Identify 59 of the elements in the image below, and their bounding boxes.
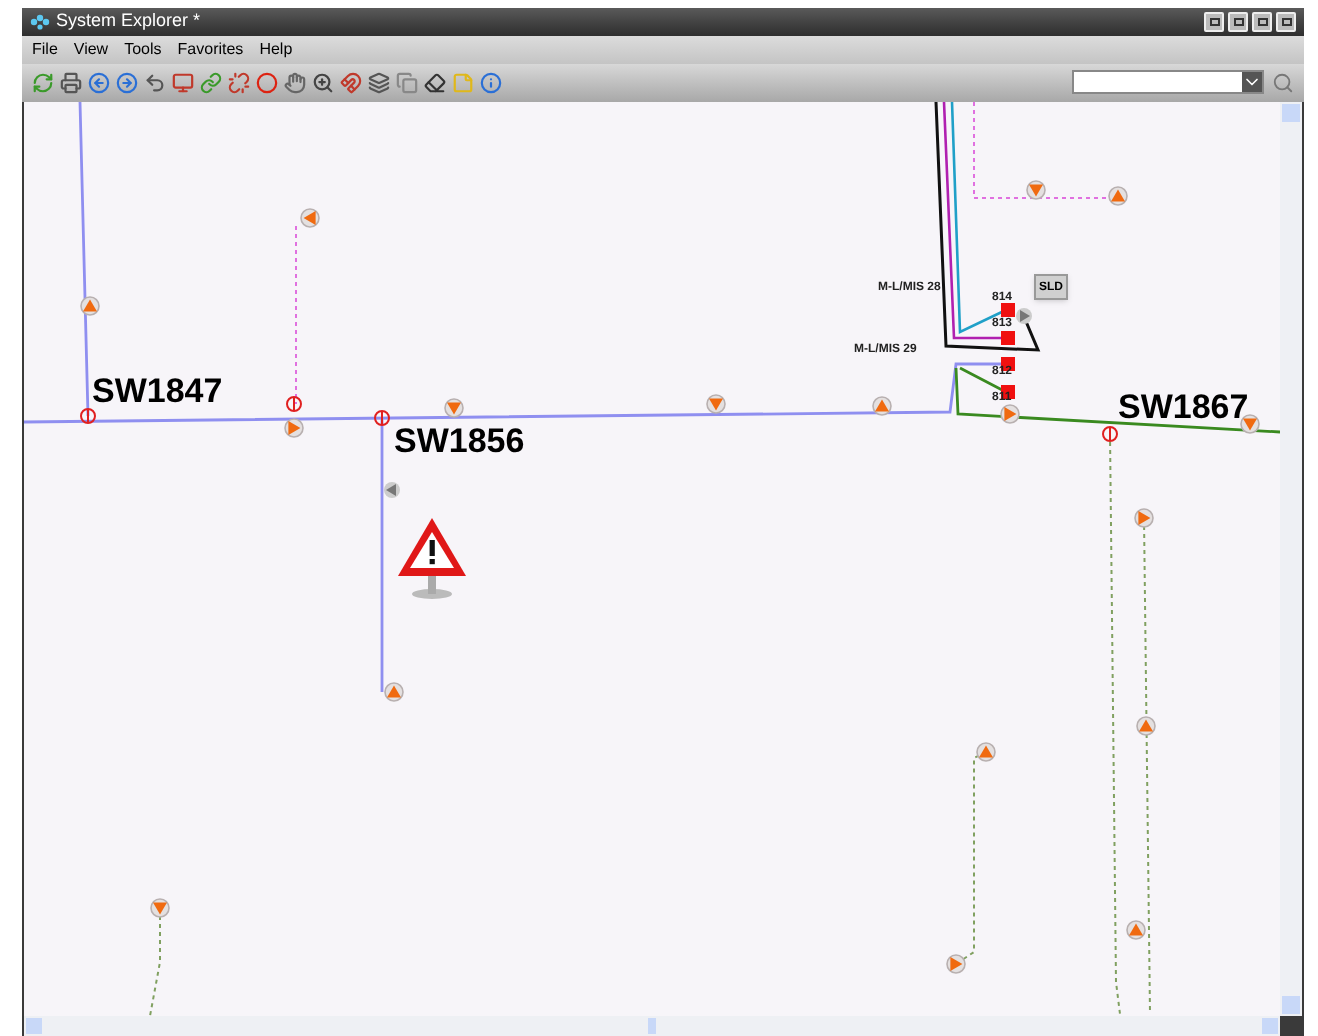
search-field[interactable] <box>1072 70 1264 95</box>
direction-marker-icon <box>1108 186 1128 206</box>
back-icon[interactable] <box>88 71 110 94</box>
direction-marker-icon <box>872 396 892 416</box>
refresh-icon[interactable] <box>32 71 54 94</box>
app-logo-icon <box>30 14 50 31</box>
magnet-icon[interactable] <box>340 71 362 94</box>
dropdown-caret-icon[interactable] <box>1242 72 1262 93</box>
undo-icon[interactable] <box>144 71 166 94</box>
minimize-button[interactable] <box>1228 12 1248 33</box>
switch-label: SW1856 <box>394 424 525 458</box>
switch-symbol-icon <box>286 396 302 412</box>
direction-marker-icon <box>1136 716 1156 736</box>
menu-item[interactable]: File <box>32 38 58 63</box>
printer-icon[interactable] <box>60 71 82 94</box>
switch-symbol-icon <box>1102 426 1118 442</box>
direction-marker-icon <box>300 208 320 228</box>
maximize-button[interactable] <box>1252 12 1272 33</box>
node-square-icon <box>1001 303 1015 317</box>
direction-marker-icon <box>946 954 966 974</box>
eraser-icon[interactable] <box>424 71 446 94</box>
forward-icon[interactable] <box>116 71 138 94</box>
direction-marker-icon <box>1000 404 1020 424</box>
switch-label: SW1867 <box>1118 390 1249 424</box>
direction-marker-icon <box>1026 180 1046 200</box>
unlink-icon[interactable] <box>228 71 250 94</box>
direction-marker-icon <box>1126 920 1146 940</box>
switch-symbol-icon <box>374 410 390 426</box>
record-icon[interactable] <box>256 71 278 94</box>
warning-icon <box>398 518 466 599</box>
layers-icon[interactable] <box>368 71 390 94</box>
search-icon[interactable] <box>1272 71 1294 94</box>
close-button[interactable] <box>1276 12 1296 33</box>
direction-marker-icon <box>150 898 170 918</box>
menu-item[interactable]: View <box>73 38 109 63</box>
restore-button[interactable] <box>1204 12 1224 33</box>
zoom-icon[interactable] <box>312 71 334 94</box>
direction-marker-icon <box>1134 508 1154 528</box>
direction-marker-icon <box>80 296 100 316</box>
pan-hand-icon[interactable] <box>284 71 306 94</box>
pointer-marker-icon <box>384 482 400 498</box>
switch-symbol-icon <box>80 408 96 424</box>
info-icon[interactable] <box>480 71 502 94</box>
window-title: System Explorer * <box>56 8 201 35</box>
horizontal-scrollbar[interactable] <box>24 1016 1280 1036</box>
menu-item[interactable]: Favorites <box>177 38 244 63</box>
direction-marker-icon <box>284 418 304 438</box>
menu-item[interactable]: Tools <box>124 38 162 63</box>
direction-marker-icon <box>706 394 726 414</box>
monitor-icon[interactable] <box>172 71 194 94</box>
node-square-icon <box>1001 331 1015 345</box>
vertical-scrollbar[interactable] <box>1280 102 1302 1016</box>
direction-marker-icon <box>444 398 464 418</box>
link-icon[interactable] <box>200 71 222 94</box>
menu-item[interactable]: Help <box>259 38 293 63</box>
pointer-marker-icon <box>1016 308 1032 324</box>
switch-label: SW1847 <box>92 374 223 408</box>
direction-marker-icon <box>384 682 404 702</box>
direction-marker-icon <box>976 742 996 762</box>
